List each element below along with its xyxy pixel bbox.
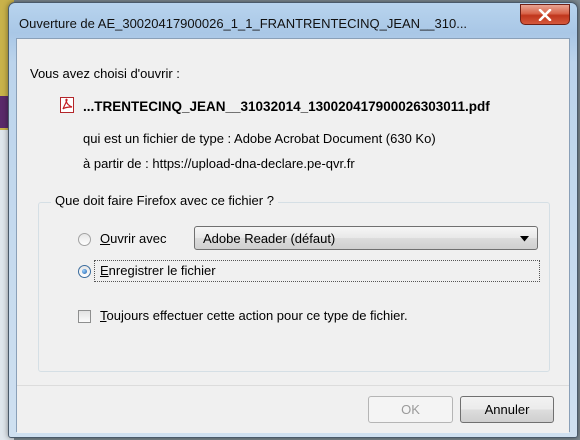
always-do-label-rest: oujours effectuer cette action pour ce t… [106,308,408,323]
open-with-label-rest: uvrir avec [110,231,167,246]
chevron-down-icon [520,236,529,242]
dialog-footer: OK Annuler [17,385,569,433]
always-do-label[interactable]: Toujours effectuer cette action pour ce … [100,308,408,323]
save-file-label[interactable]: Enregistrer le fichier [100,263,216,278]
open-with-label[interactable]: Ouvrir avec [100,231,166,246]
ok-button[interactable]: OK [368,396,453,423]
close-icon [538,9,552,21]
pdf-file-icon [60,97,74,113]
intro-label: Vous avez choisi d'ouvrir : [30,66,180,81]
file-type-line: qui est un fichier de type : Adobe Acrob… [83,131,436,146]
title-bar[interactable]: Ouverture de AE_30020417900026_1_1_FRANT… [9,3,577,39]
application-select[interactable]: Adobe Reader (défaut) [194,226,538,250]
save-file-accel: E [100,263,109,278]
close-button[interactable] [520,4,570,25]
download-dialog-window: Ouverture de AE_30020417900026_1_1_FRANT… [8,2,578,438]
action-group-label: Que doit faire Firefox avec ce fichier ? [51,193,278,208]
save-file-label-rest: nregistrer le fichier [108,263,216,278]
dialog-client-area: Vous avez choisi d'ouvrir : ...TRENTECIN… [16,38,570,433]
file-name: ...TRENTECINQ_JEAN__31032014_13002041790… [83,99,490,114]
always-do-checkbox[interactable] [78,310,91,323]
application-select-value: Adobe Reader (défaut) [203,231,336,246]
cancel-button[interactable]: Annuler [460,396,554,423]
window-title: Ouverture de AE_30020417900026_1_1_FRANT… [19,16,468,31]
save-file-radio[interactable] [78,265,91,278]
radio-selected-dot [82,269,87,274]
open-with-accel: O [100,231,111,246]
source-line: à partir de : https://upload-dna-declare… [83,156,355,171]
open-with-radio[interactable] [78,233,91,246]
